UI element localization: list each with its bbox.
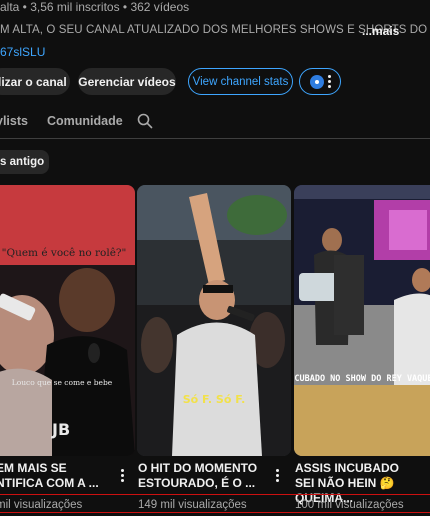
video-1-more-icon[interactable] — [117, 469, 127, 483]
more-vert-icon — [327, 75, 331, 88]
red-rule-bottom — [0, 512, 430, 513]
video-views-3: 100 mil visualizações — [295, 499, 404, 511]
thumbnail-1-caption: "Quem é você no rolê?" — [2, 247, 127, 259]
tabs-divider — [0, 138, 430, 139]
thumbnail-2-caption: Só F. Só F. — [183, 393, 246, 406]
channel-meta: alta • 3,56 mil inscritos • 362 vídeos — [0, 0, 190, 14]
video-thumbnail-3[interactable]: INCUBADO NO SHOW DO REY VAQUEIRO — [294, 185, 430, 456]
thumbnail-1-watermark: JB — [51, 420, 70, 439]
channel-link[interactable]: 67slSLU — [0, 45, 45, 59]
channel-tabs: ylists Comunidade — [0, 110, 430, 138]
video-views-2: 149 mil visualizações — [138, 499, 247, 511]
video-thumbnail-2[interactable]: Só F. Só F. — [137, 185, 291, 456]
red-rule-top — [0, 494, 430, 495]
search-icon[interactable] — [137, 113, 153, 129]
customize-channel-button[interactable]: alizar o canal — [0, 68, 70, 95]
sort-chip-oldest[interactable]: is antigo — [0, 150, 49, 174]
thumbnail-1-subcaption: Louco que se come e bebe — [12, 378, 113, 387]
description-more-link[interactable]: ...mais — [362, 24, 399, 38]
view-channel-stats-button[interactable]: View channel stats — [188, 68, 293, 95]
tab-playlists[interactable]: ylists — [0, 114, 28, 128]
app-circle-icon — [309, 74, 324, 89]
manage-videos-button[interactable]: Gerenciar vídeos — [78, 68, 176, 95]
channel-extra-button[interactable] — [299, 68, 341, 95]
thumbnail-3-caption: INCUBADO NO SHOW DO REY VAQUEIRO — [294, 374, 430, 384]
video-views-1: mil visualizações — [0, 499, 83, 511]
video-2-more-icon[interactable] — [272, 469, 282, 483]
video-title-2[interactable]: O HIT DO MOMENTO ESTOURADO, É O ... — [138, 461, 264, 491]
tab-community[interactable]: Comunidade — [47, 114, 123, 128]
video-title-1[interactable]: EM MAIS SE NTIFICA COM A ... — [0, 461, 108, 491]
video-thumbnail-1[interactable]: "Quem é você no rolê?" Louco que se come… — [0, 185, 135, 456]
